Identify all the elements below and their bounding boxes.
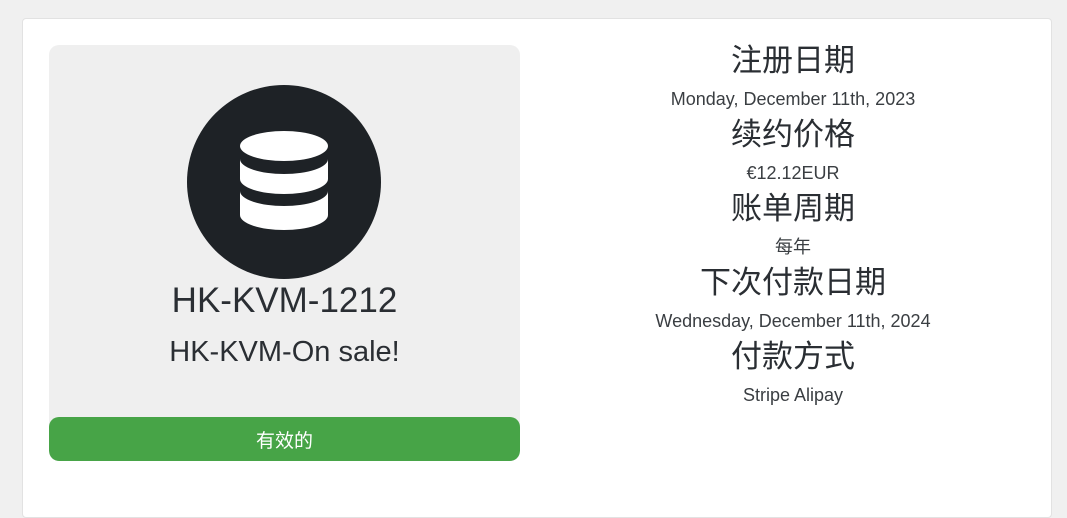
status-badge: 有效的 — [49, 417, 520, 461]
detail-next-due-date: 下次付款日期 Wednesday, December 11th, 2024 — [563, 263, 1023, 333]
detail-label: 付款方式 — [731, 339, 855, 375]
detail-value: 每年 — [775, 237, 811, 257]
service-details: 注册日期 Monday, December 11th, 2023 续约价格 €1… — [563, 41, 1023, 411]
detail-label: 下次付款日期 — [700, 265, 886, 301]
database-icon — [187, 85, 381, 279]
service-overview-panel: HK-KVM-1212 HK-KVM-On sale! 有效的 注册日期 Mon… — [22, 18, 1052, 518]
detail-registration-date: 注册日期 Monday, December 11th, 2023 — [563, 41, 1023, 111]
product-description: HK-KVM-On sale! — [169, 336, 400, 368]
detail-value: Stripe Alipay — [742, 385, 844, 405]
detail-label: 账单周期 — [731, 191, 855, 227]
detail-value: €12.12EUR — [746, 163, 840, 183]
detail-value: Monday, December 11th, 2023 — [670, 89, 916, 109]
detail-payment-method: 付款方式 Stripe Alipay — [563, 337, 1023, 407]
detail-value: Wednesday, December 11th, 2024 — [655, 311, 931, 331]
detail-billing-cycle: 账单周期 每年 — [563, 189, 1023, 259]
product-card: HK-KVM-1212 HK-KVM-On sale! 有效的 — [49, 45, 520, 461]
detail-renewal-price: 续约价格 €12.12EUR — [563, 115, 1023, 185]
detail-label: 续约价格 — [731, 117, 855, 153]
detail-label: 注册日期 — [731, 43, 855, 79]
product-name: HK-KVM-1212 — [171, 281, 398, 320]
